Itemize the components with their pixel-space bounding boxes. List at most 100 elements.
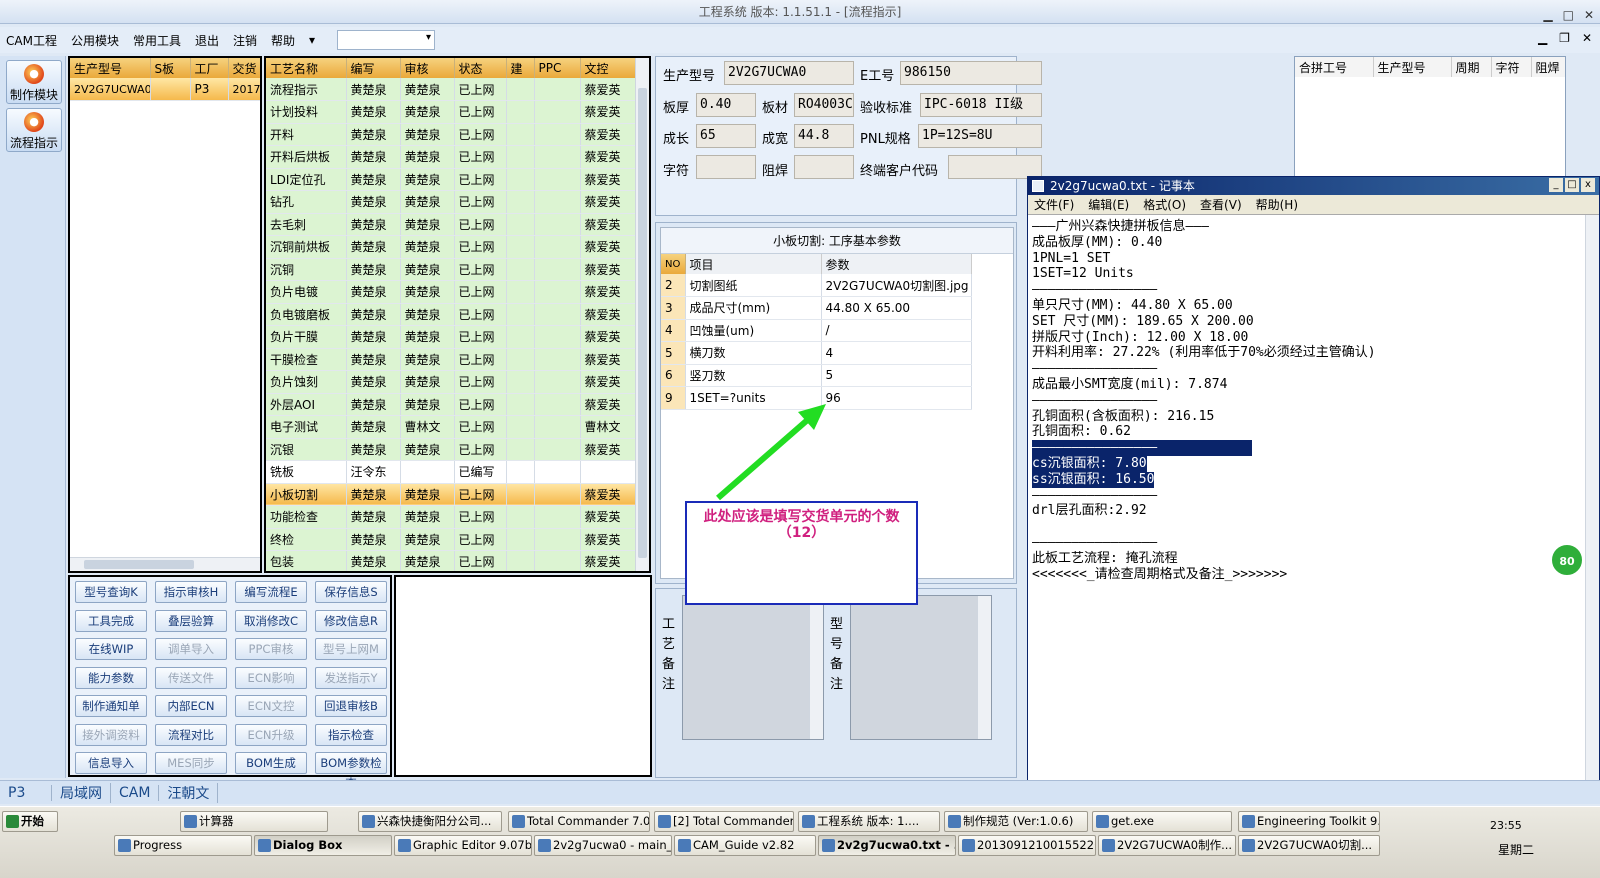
col-sboard[interactable]: S板 — [150, 58, 191, 78]
process-row[interactable]: 负电镀磨板 黄楚泉 黄楚泉 已上网 蔡爱英 — [266, 303, 636, 326]
floating-badge[interactable]: 80 — [1550, 543, 1584, 577]
mdi-close-icon[interactable]: ✕ — [1582, 31, 1592, 45]
process-row[interactable]: LDI定位孔 黄楚泉 黄楚泉 已上网 蔡爱英 — [266, 168, 636, 191]
model-grid-hscroll[interactable] — [70, 557, 260, 571]
notepad-close-icon[interactable]: x — [1581, 178, 1595, 192]
function-button[interactable]: 内部ECN — [155, 695, 227, 717]
taskbar-button[interactable]: Total Commander 7.0 ... — [508, 811, 650, 832]
model-field[interactable]: 2V2G7UCWA0 — [724, 61, 854, 85]
length-field[interactable]: 65 — [696, 124, 756, 148]
pnl-field[interactable]: 1P=12S=8U — [918, 124, 1042, 148]
taskbar-button[interactable]: Progress — [114, 835, 252, 856]
col-process-name[interactable]: 工艺名称 — [266, 58, 347, 78]
menu-exit[interactable]: 退出 — [195, 32, 219, 49]
maximize-icon[interactable]: □ — [1563, 3, 1574, 27]
col-item[interactable]: 项目 — [685, 254, 822, 274]
col-merge-cycle[interactable]: 周期 — [1451, 57, 1492, 77]
col-model[interactable]: 生产型号 — [70, 58, 151, 78]
np-menu-format[interactable]: 格式(O) — [1143, 198, 1186, 212]
col-merge-mask[interactable]: 阻焊 — [1531, 57, 1565, 77]
taskbar-button[interactable]: 计算器 — [180, 811, 328, 832]
col-reviewer[interactable]: 审核 — [400, 58, 455, 78]
function-button[interactable]: BOM生成 — [235, 752, 307, 774]
process-row[interactable]: 负片蚀刻 黄楚泉 黄楚泉 已上网 蔡爱英 — [266, 370, 636, 394]
function-button[interactable]: 接外调资料 — [75, 723, 147, 746]
taskbar-button[interactable]: 20130912100155226... — [958, 835, 1096, 856]
process-row[interactable]: 终检 黄楚泉 黄楚泉 已上网 蔡爱英 — [266, 528, 636, 551]
process-row[interactable]: 计划投料 黄楚泉 黄楚泉 已上网 蔡爱英 — [266, 100, 636, 124]
col-writer[interactable]: 编写 — [346, 58, 401, 78]
col-merge-no[interactable]: 合拼工号 — [1295, 57, 1374, 77]
notepad-vscroll[interactable] — [1585, 215, 1599, 803]
taskbar-button[interactable]: 2v2g7ucwa0 - main_qa — [534, 835, 672, 856]
menu-common-modules[interactable]: 公用模块 — [71, 32, 119, 49]
eno-field[interactable]: 986150 — [900, 61, 1042, 85]
taskbar-button[interactable]: 制作规范 (Ver:1.0.6) — [944, 811, 1088, 832]
process-row[interactable]: 去毛刺 黄楚泉 黄楚泉 已上网 蔡爱英 — [266, 213, 636, 236]
process-row[interactable]: 负片电镀 黄楚泉 黄楚泉 已上网 蔡爱英 — [266, 280, 636, 304]
close-icon[interactable]: ✕ — [1584, 3, 1594, 27]
function-button[interactable]: 能力参数 — [75, 666, 147, 689]
taskbar-button[interactable]: 2V2G7UCWA0切割... — [1238, 835, 1380, 856]
width-field[interactable]: 44.8 — [794, 124, 854, 148]
function-button[interactable]: 制作通知单 — [75, 695, 147, 717]
process-row[interactable]: 铣板 汪令东 已编写 — [266, 460, 636, 484]
process-remark-input[interactable] — [682, 595, 824, 740]
process-row[interactable]: 外层AOI 黄楚泉 黄楚泉 已上网 蔡爱英 — [266, 393, 636, 416]
function-button[interactable]: 编写流程E — [235, 581, 307, 603]
process-row[interactable]: 包装 黄楚泉 黄楚泉 已上网 蔡爱英 — [266, 550, 636, 571]
taskbar-button[interactable]: [2] Total Commander ... — [654, 811, 794, 832]
standard-field[interactable]: IPC-6018 II级 — [920, 93, 1042, 117]
process-row[interactable]: 小板切割 黄楚泉 黄楚泉 已上网 蔡爱英 — [266, 483, 636, 506]
param-row[interactable]: 4 凹蚀量(um) / — [661, 319, 972, 342]
process-row[interactable]: 沉铜前烘板 黄楚泉 黄楚泉 已上网 蔡爱英 — [266, 235, 636, 259]
np-menu-help[interactable]: 帮助(H) — [1256, 198, 1298, 212]
notepad-maximize-icon[interactable]: □ — [1565, 178, 1579, 192]
process-row[interactable]: 沉铜 黄楚泉 黄楚泉 已上网 蔡爱英 — [266, 258, 636, 281]
function-button[interactable]: 指示检查 — [315, 723, 387, 746]
col-ppc[interactable]: PPC — [534, 58, 581, 78]
process-row[interactable]: 流程指示 黄楚泉 黄楚泉 已上网 蔡爱英 — [266, 78, 636, 101]
start-button[interactable]: 开始 — [2, 811, 58, 832]
status-factory[interactable]: P3 — [0, 784, 52, 801]
menu-help[interactable]: 帮助 — [271, 32, 295, 49]
menu-tools[interactable]: 常用工具 — [133, 32, 181, 49]
process-row[interactable]: 开料后烘板 黄楚泉 黄楚泉 已上网 蔡爱英 — [266, 145, 636, 169]
taskbar-button[interactable]: 工程系统 版本: 1.... — [798, 811, 940, 832]
param-row[interactable]: 3 成品尺寸(mm) 44.80 X 65.00 — [661, 296, 972, 320]
col-build[interactable]: 建 — [506, 58, 535, 78]
notepad-minimize-icon[interactable]: _ — [1549, 178, 1563, 192]
col-merge-char[interactable]: 字符 — [1491, 57, 1532, 77]
function-button[interactable]: 在线WIP — [75, 638, 147, 660]
function-button[interactable]: 流程对比 — [155, 723, 227, 746]
param-row[interactable]: 5 横刀数 4 — [661, 341, 972, 365]
param-row[interactable]: 2 切割图纸 2V2G7UCWA0切割图.jpg — [661, 274, 972, 297]
function-button[interactable]: 型号上网M — [315, 638, 387, 660]
function-button[interactable]: MES同步 — [155, 752, 227, 774]
col-doc-control[interactable]: 文控 — [580, 58, 636, 78]
np-menu-view[interactable]: 查看(V) — [1200, 198, 1242, 212]
taskbar-button[interactable]: Dialog Box — [254, 835, 392, 856]
col-delivery[interactable]: 交货 — [228, 58, 260, 78]
np-menu-edit[interactable]: 编辑(E) — [1088, 198, 1129, 212]
function-button[interactable]: ECN升级 — [235, 723, 307, 746]
mdi-minimize-icon[interactable]: ▁ — [1538, 31, 1547, 45]
notepad-text-area[interactable]: ———广州兴森快捷拼板信息——— 成品板厚(MM): 0.40 1PNL=1 SET… — [1028, 215, 1599, 582]
function-button[interactable]: ECN影响 — [235, 666, 307, 689]
function-button[interactable]: 修改信息R — [315, 609, 387, 632]
taskbar-button[interactable]: 2v2g7ucwa0.txt - ... — [818, 835, 956, 856]
col-factory[interactable]: 工厂 — [190, 58, 229, 78]
model-row[interactable]: 2V2G7UCWA0 P3 2017 — [70, 78, 260, 101]
taskbar-button[interactable]: Engineering Toolkit 9.... — [1238, 811, 1380, 832]
process-row[interactable]: 开料 黄楚泉 黄楚泉 已上网 蔡爱英 — [266, 123, 636, 146]
col-status[interactable]: 状态 — [454, 58, 507, 78]
function-button[interactable]: 型号查询K — [75, 581, 147, 603]
character-field[interactable] — [696, 155, 756, 179]
function-button[interactable]: 指示审核H — [155, 581, 227, 603]
minimize-icon[interactable]: ▁ — [1543, 3, 1552, 27]
taskbar-button[interactable]: 2V2G7UCWA0制作... — [1098, 835, 1236, 856]
function-button[interactable]: 工具完成 — [75, 609, 147, 632]
function-button[interactable]: 信息导入 — [75, 752, 147, 774]
menu-cam[interactable]: CAM工程 — [6, 32, 57, 49]
taskbar-button[interactable]: 兴森快捷衡阳分公司... — [358, 811, 502, 832]
